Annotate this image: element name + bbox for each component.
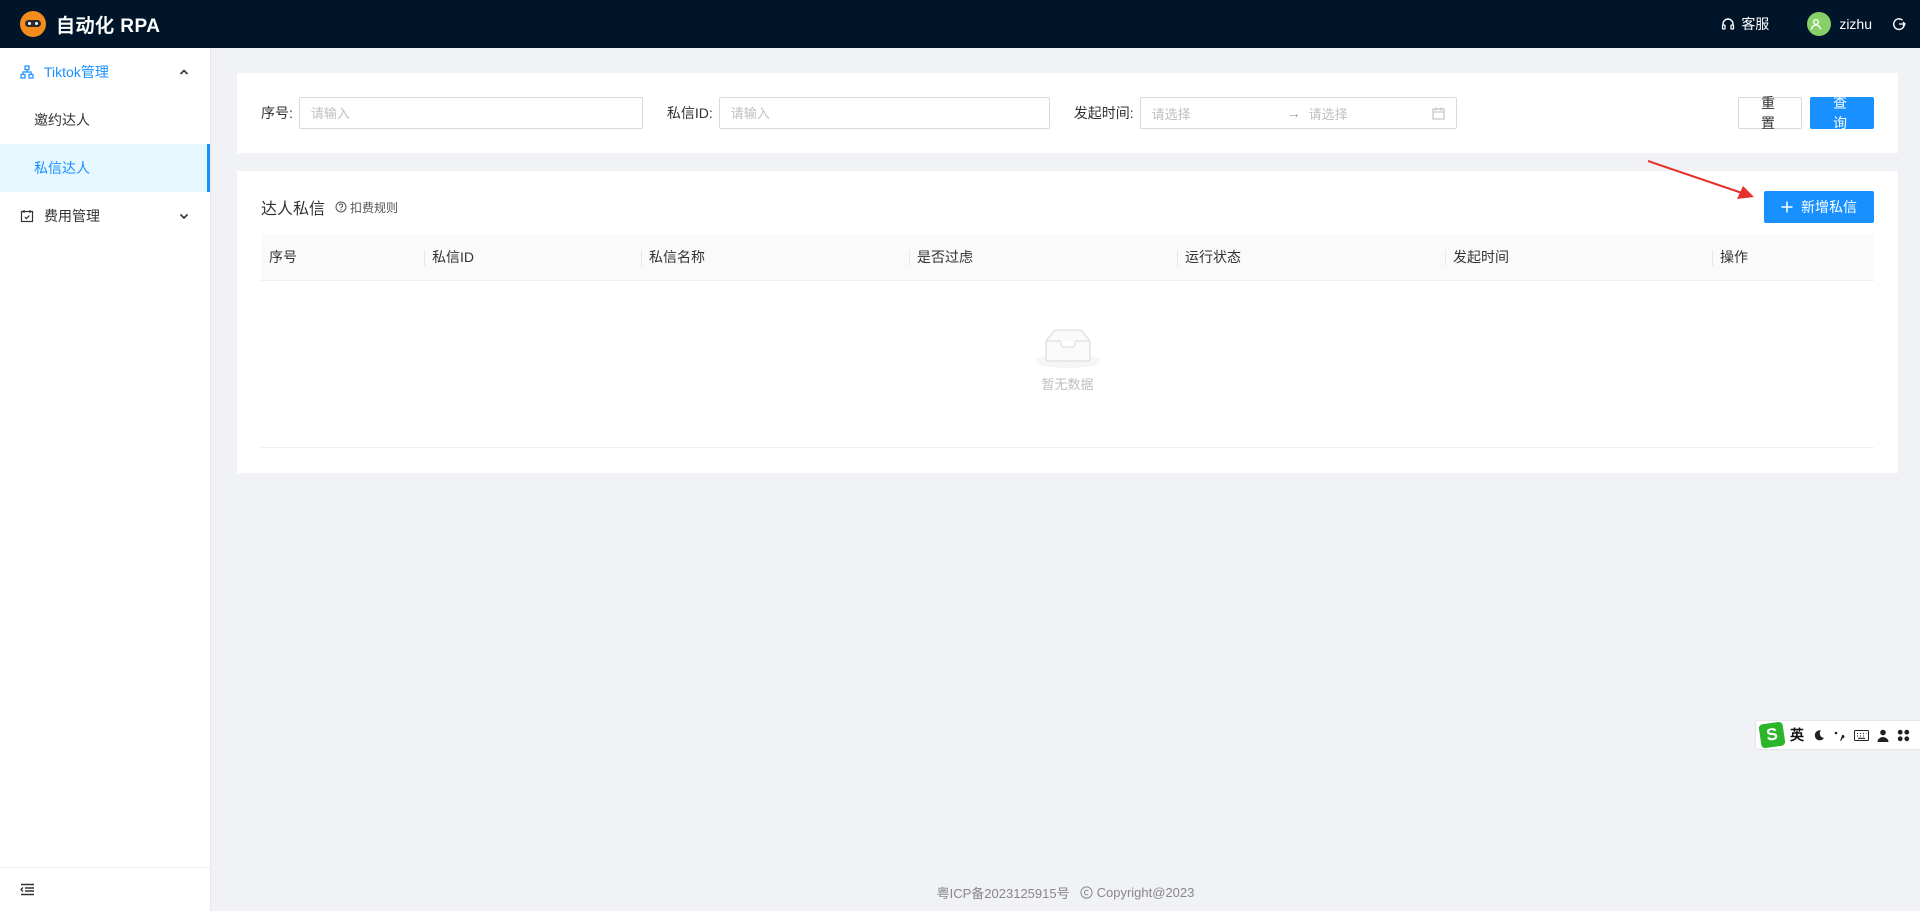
chevron-up-icon xyxy=(179,69,189,75)
table-header: 序号 私信ID 私信名称 是否过虑 运行状态 发起时间 操作 xyxy=(261,234,1874,281)
sidebar-group-label: Tiktok管理 xyxy=(44,64,109,80)
dm-id-label: 私信ID: xyxy=(666,105,713,121)
calendar-icon xyxy=(1432,107,1445,120)
logout-icon xyxy=(1893,18,1906,31)
punctuation-icon[interactable] xyxy=(1833,729,1846,742)
column-header[interactable]: 序号 xyxy=(261,234,424,280)
user-menu[interactable]: zizhu xyxy=(1807,12,1872,36)
billing-rules-link[interactable]: 扣费规则 xyxy=(335,199,398,216)
end-date-input[interactable]: 请选择 xyxy=(1309,104,1419,123)
ime-language-toggle[interactable]: 英 xyxy=(1790,725,1804,745)
start-date-input[interactable]: 请选择 xyxy=(1152,104,1277,123)
main-content: 序号: 私信ID: 发起时间: 请选择 → 请选择 重置 查询 达人私信 扣 xyxy=(237,73,1898,473)
empty-inbox-icon xyxy=(1035,329,1100,368)
reset-button[interactable]: 重置 xyxy=(1738,95,1802,131)
cluster-icon xyxy=(20,65,34,79)
empty-state: 暂无数据 xyxy=(261,327,1874,393)
empty-text: 暂无数据 xyxy=(1041,377,1094,392)
sidebar: Tiktok管理 邀约达人 私信达人 费用管理 xyxy=(0,48,211,911)
dm-list-card: 达人私信 扣费规则 新增私信 序号 私信ID 私信名称 是否过虑 运行状态 发起… xyxy=(237,171,1898,473)
sidebar-group-label: 费用管理 xyxy=(44,208,100,224)
rpa-robot-logo-icon xyxy=(20,11,46,37)
copyright-text: Copyright@2023 xyxy=(1096,885,1195,900)
schedule-icon xyxy=(20,209,34,223)
avatar xyxy=(1807,12,1832,36)
billing-rules-label: 扣费规则 xyxy=(350,200,399,215)
column-header[interactable]: 发起时间 xyxy=(1445,234,1712,280)
user-profile-icon[interactable] xyxy=(1877,729,1889,742)
copyright-icon xyxy=(1080,886,1093,899)
plus-icon xyxy=(1781,201,1793,213)
seq-label: 序号: xyxy=(261,105,293,121)
username: zizhu xyxy=(1839,16,1872,32)
app-title: 自动化 RPA xyxy=(56,15,161,37)
column-header[interactable]: 私信ID xyxy=(424,234,641,280)
dm-id-input[interactable] xyxy=(718,97,1050,129)
column-header[interactable]: 操作 xyxy=(1712,234,1874,280)
start-time-label: 发起时间: xyxy=(1073,105,1134,121)
column-header[interactable]: 运行状态 xyxy=(1177,234,1445,280)
add-dm-button[interactable]: 新增私信 xyxy=(1764,191,1874,223)
sidebar-item-label: 邀约达人 xyxy=(34,112,90,128)
sidebar-item-label: 私信达人 xyxy=(34,160,90,176)
user-icon xyxy=(1811,18,1822,30)
logout-button[interactable] xyxy=(1892,17,1906,31)
sidebar-item-dm-influencers[interactable]: 私信达人 xyxy=(0,144,210,192)
sidebar-item-invite-influencers[interactable]: 邀约达人 xyxy=(0,96,210,144)
sogou-ime-logo[interactable]: S xyxy=(1758,721,1786,749)
menu-fold-icon xyxy=(20,883,34,896)
footer: 粤ICP备2023125915号 Copyright@2023 xyxy=(211,883,1920,902)
search-actions: 重置 查询 xyxy=(1738,95,1874,131)
ime-toolbar: S 英 xyxy=(1756,721,1920,749)
add-dm-label: 新增私信 xyxy=(1801,199,1857,215)
column-header[interactable]: 私信名称 xyxy=(641,234,909,280)
header-actions: 客服 zizhu xyxy=(1721,0,1906,48)
moon-icon[interactable] xyxy=(1812,729,1825,742)
keyboard-icon[interactable] xyxy=(1854,729,1869,741)
customer-service-button[interactable]: 客服 xyxy=(1721,14,1769,34)
customer-service-label: 客服 xyxy=(1741,16,1770,32)
chevron-down-icon xyxy=(179,213,189,220)
top-header: 自动化 RPA 客服 zizhu xyxy=(0,0,1920,48)
range-separator: → xyxy=(1286,105,1301,121)
headset-icon xyxy=(1722,18,1735,30)
search-form: 序号: 私信ID: 发起时间: 请选择 → 请选择 xyxy=(261,97,1457,129)
table-body-empty: 暂无数据 xyxy=(261,281,1874,448)
seq-input[interactable] xyxy=(298,97,643,129)
sidebar-group-tiktok[interactable]: Tiktok管理 xyxy=(0,48,210,96)
toolbox-grid-icon[interactable] xyxy=(1897,729,1910,742)
copyright: Copyright@2023 xyxy=(1080,885,1195,900)
list-card-header: 达人私信 扣费规则 新增私信 xyxy=(261,191,1874,223)
dm-table: 序号 私信ID 私信名称 是否过虑 运行状态 发起时间 操作 暂无数据 xyxy=(261,234,1874,448)
search-form-card: 序号: 私信ID: 发起时间: 请选择 → 请选择 重置 查询 xyxy=(237,73,1898,153)
sidebar-group-fees[interactable]: 费用管理 xyxy=(0,192,210,240)
date-range-picker[interactable]: 请选择 → 请选择 xyxy=(1139,97,1457,129)
sidebar-collapse-button[interactable] xyxy=(0,867,210,911)
app-logo[interactable]: 自动化 RPA xyxy=(20,11,160,38)
icp-link[interactable]: 粤ICP备2023125915号 xyxy=(937,883,1070,902)
question-circle-icon xyxy=(335,201,347,213)
column-header[interactable]: 是否过虑 xyxy=(909,234,1177,280)
query-button[interactable]: 查询 xyxy=(1810,95,1874,131)
list-title: 达人私信 xyxy=(261,201,326,218)
